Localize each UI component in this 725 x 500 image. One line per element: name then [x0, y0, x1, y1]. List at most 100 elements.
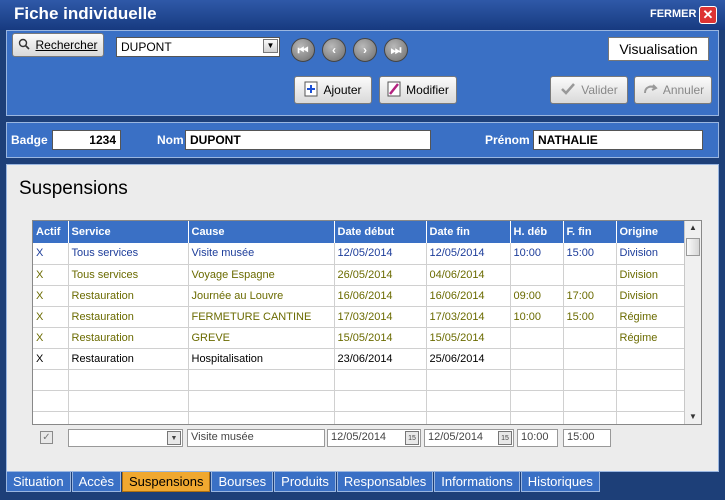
calendar-icon[interactable]: 15 [498, 431, 512, 445]
table-row[interactable]: X Restauration GREVE 15/05/2014 15/05/20… [33, 327, 685, 349]
scroll-up-icon[interactable]: ▲ [685, 221, 701, 235]
actif-checkbox[interactable]: ✓ [40, 431, 53, 444]
column-header[interactable]: Actif [33, 221, 69, 243]
mode-indicator: Visualisation [608, 37, 709, 61]
chevron-down-icon[interactable]: ▼ [167, 431, 181, 445]
last-record-button[interactable]: ⏭ [384, 38, 408, 62]
tab-bourses[interactable]: Bourses [211, 472, 274, 492]
tab-situation[interactable]: Situation [6, 472, 71, 492]
previous-record-button[interactable]: ‹ [322, 38, 346, 62]
bottom-tabs: Situation Accès Suspensions Bourses Prod… [6, 472, 601, 492]
prenom-label: Prénom [485, 133, 530, 147]
table-cell: 26/05/2014 [334, 264, 427, 286]
table-cell: 15:00 [563, 306, 617, 328]
table-cell [510, 327, 564, 349]
table-cell: 15/05/2014 [334, 327, 427, 349]
main-panel: Suspensions Actif Service Cause Date déb… [6, 164, 719, 472]
calendar-icon[interactable]: 15 [405, 431, 419, 445]
table-cell: 17/03/2014 [334, 306, 427, 328]
table-cell: Restauration [68, 348, 189, 370]
badge-field[interactable]: 1234 [52, 130, 121, 150]
column-header[interactable]: Date fin [426, 221, 511, 243]
column-header[interactable]: Cause [188, 221, 335, 243]
edit-button[interactable]: Modifier [379, 76, 457, 104]
heure-debut-field[interactable]: 10:00 [517, 429, 558, 447]
add-document-icon [304, 81, 318, 100]
previous-icon: ‹ [332, 43, 336, 57]
table-row[interactable]: X Tous services Visite musée 12/05/2014 … [33, 243, 685, 265]
table-cell: 17/03/2014 [426, 306, 511, 328]
table-cell: 10:00 [510, 306, 564, 328]
cause-field[interactable]: Visite musée [187, 429, 325, 447]
table-cell: X [33, 348, 69, 370]
table-row[interactable]: X Restauration Journée au Louvre 16/06/2… [33, 285, 685, 307]
column-header[interactable]: F. fin [563, 221, 617, 243]
table-cell [563, 327, 617, 349]
table-cell: Régime [616, 327, 685, 349]
table-cell: 15/05/2014 [426, 327, 511, 349]
checkmark-icon [560, 82, 576, 99]
service-select[interactable]: ▼ [68, 429, 183, 447]
table-cell: 09:00 [510, 285, 564, 307]
date-fin-value: 12/05/2014 [428, 431, 484, 443]
next-icon: › [363, 43, 367, 57]
column-header[interactable]: Date début [334, 221, 427, 243]
table-row[interactable]: X Restauration FERMETURE CANTINE 17/03/2… [33, 306, 685, 328]
close-label[interactable]: FERMER [650, 8, 696, 20]
add-button[interactable]: Ajouter [294, 76, 372, 104]
column-header[interactable]: H. déb [510, 221, 564, 243]
edit-button-label: Modifier [406, 83, 449, 97]
table-cell: Restauration [68, 285, 189, 307]
close-icon[interactable]: ✕ [699, 6, 717, 24]
vertical-scrollbar[interactable]: ▲ ▼ [684, 221, 701, 424]
undo-icon [642, 82, 658, 99]
table-cell: Division [616, 285, 685, 307]
tab-informations[interactable]: Informations [434, 472, 520, 492]
suspensions-grid: Actif Service Cause Date début Date fin … [32, 220, 702, 425]
date-fin-field[interactable]: 12/05/2014 15 [424, 429, 514, 447]
prenom-field[interactable]: NATHALIE [533, 130, 703, 150]
date-debut-field[interactable]: 12/05/2014 15 [327, 429, 421, 447]
chevron-down-icon[interactable]: ▼ [263, 39, 278, 53]
first-record-button[interactable]: ⏮ [291, 38, 315, 62]
tab-acces[interactable]: Accès [71, 472, 121, 492]
tab-responsables[interactable]: Responsables [336, 472, 434, 492]
column-header[interactable]: Origine [616, 221, 685, 243]
table-row[interactable]: X Tous services Voyage Espagne 26/05/201… [33, 264, 685, 286]
table-cell: 12/05/2014 [426, 243, 511, 265]
table-cell: Journée au Louvre [188, 285, 335, 307]
search-button[interactable]: Rechercher [12, 33, 104, 57]
next-record-button[interactable]: › [353, 38, 377, 62]
toolbar-panel: Rechercher DUPONT ▼ ⏮ ‹ › ⏭ Ajouter Modi… [6, 30, 719, 116]
record-select[interactable]: DUPONT ▼ [116, 37, 280, 57]
record-select-value: DUPONT [121, 40, 172, 54]
table-cell: Restauration [68, 327, 189, 349]
table-cell: 16/06/2014 [334, 285, 427, 307]
tab-produits[interactable]: Produits [274, 472, 336, 492]
table-cell: Restauration [68, 306, 189, 328]
validate-button[interactable]: Valider [550, 76, 628, 104]
nom-field[interactable]: DUPONT [185, 130, 431, 150]
add-button-label: Ajouter [323, 83, 362, 97]
table-cell: Visite musée [188, 243, 335, 265]
table-cell: Division [616, 243, 685, 265]
tab-suspensions[interactable]: Suspensions [122, 472, 211, 492]
suspensions-table: Actif Service Cause Date début Date fin … [33, 221, 685, 424]
table-row[interactable]: X Restauration Hospitalisation 23/06/201… [33, 348, 685, 370]
heure-fin-field[interactable]: 15:00 [563, 429, 611, 447]
cancel-button-label: Annuler [662, 83, 705, 97]
window-title: Fiche individuelle [14, 4, 157, 23]
section-title: Suspensions [19, 178, 128, 199]
validate-button-label: Valider [581, 83, 618, 97]
table-cell: 04/06/2014 [426, 264, 511, 286]
cancel-button[interactable]: Annuler [634, 76, 712, 104]
empty-row [33, 390, 685, 412]
scroll-thumb[interactable] [686, 238, 700, 256]
column-header[interactable]: Service [68, 221, 189, 243]
table-cell: 10:00 [510, 243, 564, 265]
table-cell: X [33, 285, 69, 307]
table-cell: 15:00 [563, 243, 617, 265]
scroll-down-icon[interactable]: ▼ [685, 410, 701, 424]
edit-icon [387, 81, 401, 100]
tab-historiques[interactable]: Historiques [520, 472, 600, 492]
